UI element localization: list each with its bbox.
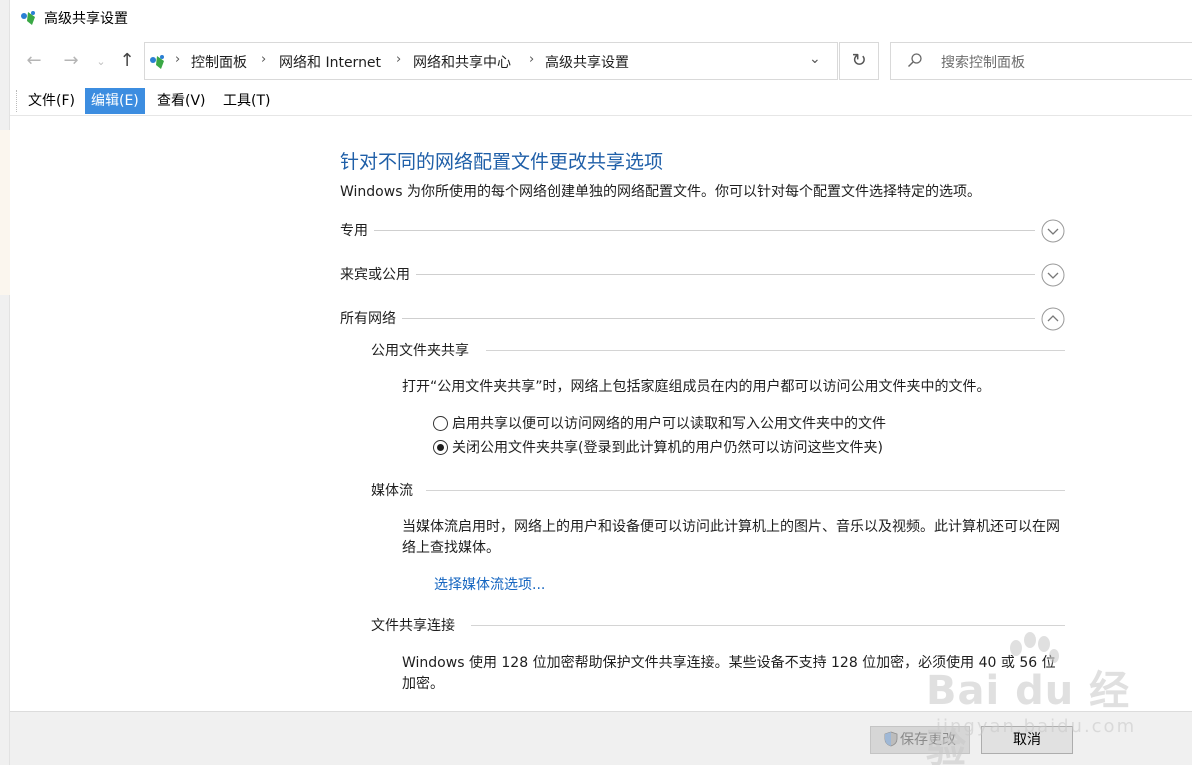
footer-bar: 保存更改 取消 [10, 711, 1192, 765]
breadcrumb-separator[interactable]: › [261, 52, 266, 67]
address-bar[interactable]: › 控制面板 › 网络和 Internet › 网络和共享中心 › 高级共享设置… [144, 42, 838, 80]
uac-shield-icon [884, 731, 898, 747]
breadcrumb-network-sharing-center[interactable]: 网络和共享中心 [413, 52, 511, 72]
cancel-button[interactable]: 取消 [981, 726, 1073, 754]
breadcrumb-advanced-sharing[interactable]: 高级共享设置 [545, 52, 629, 72]
save-changes-button[interactable]: 保存更改 [870, 726, 970, 754]
media-desc: 当媒体流启用时，网络上的用户和设备便可以访问此计算机上的图片、音乐以及视频。此计… [402, 519, 1060, 556]
profile-all-networks[interactable]: 所有网络 [340, 307, 1065, 334]
file-sharing-title: 文件共享连接 [371, 615, 463, 635]
divider [400, 318, 1035, 319]
profile-guest-public[interactable]: 来宾或公用 [340, 263, 1065, 290]
radio-button-checked[interactable] [433, 440, 448, 455]
save-changes-label[interactable]: 保存更改 [900, 732, 956, 748]
breadcrumb-control-panel[interactable]: 控制面板 [191, 52, 247, 72]
search-box[interactable]: 搜索控制面板 [890, 42, 1192, 80]
divider [400, 274, 1035, 275]
back-button[interactable]: ← [23, 50, 45, 72]
breadcrumb-network-internet[interactable]: 网络和 Internet [279, 52, 381, 72]
recent-locations-button[interactable]: ⌄ [90, 51, 112, 73]
main-content: 针对不同的网络配置文件更改共享选项 Windows 为你所使用的每个网络创建单独… [10, 117, 1192, 711]
chevron-down-icon[interactable] [1041, 263, 1065, 287]
menu-edit[interactable]: 编辑(E) [85, 88, 145, 114]
profile-guest-public-label[interactable]: 来宾或公用 [340, 264, 416, 284]
menu-view[interactable]: 查看(V) [151, 88, 212, 114]
address-dropdown-icon[interactable]: ⌄ [809, 51, 821, 67]
title-bar: 高级共享设置 [10, 0, 1192, 36]
control-panel-icon [150, 55, 164, 69]
file-sharing-desc: Windows 使用 128 位加密帮助保护文件共享连接。某些设备不支持 128… [402, 655, 1056, 692]
forward-button[interactable]: → [60, 50, 82, 72]
window-title: 高级共享设置 [44, 11, 128, 27]
chevron-up-icon[interactable] [1041, 307, 1065, 331]
media-options-link[interactable]: 选择媒体流选项... [434, 574, 545, 594]
public-folder-title: 公用文件夹共享 [371, 340, 477, 360]
divider [471, 625, 1065, 626]
up-button[interactable]: ↑ [116, 50, 138, 72]
search-input[interactable]: 搜索控制面板 [941, 52, 1025, 72]
menu-tools[interactable]: 工具(T) [217, 88, 276, 114]
breadcrumb-separator[interactable]: › [529, 52, 534, 67]
file-sharing-section-header: 文件共享连接 [371, 615, 1065, 637]
public-folder-enable-option[interactable]: 启用共享以便可以访问网络的用户可以读取和写入公用文件夹中的文件 [433, 413, 886, 433]
breadcrumb-separator[interactable]: › [175, 52, 180, 67]
option-label[interactable]: 启用共享以便可以访问网络的用户可以读取和写入公用文件夹中的文件 [452, 416, 886, 432]
profile-private-label[interactable]: 专用 [340, 220, 374, 240]
public-folder-section-header: 公用文件夹共享 [371, 340, 1065, 362]
page-intro: Windows 为你所使用的每个网络创建单独的网络配置文件。你可以针对每个配置文… [340, 184, 981, 200]
menu-grip [16, 90, 17, 112]
network-icon [21, 11, 35, 25]
divider [426, 490, 1065, 491]
refresh-button[interactable]: ↻ [839, 42, 879, 80]
chevron-down-icon[interactable] [1041, 219, 1065, 243]
menu-bar: 文件(F) 编辑(E) 查看(V) 工具(T) [10, 88, 1192, 116]
page-title: 针对不同的网络配置文件更改共享选项 [340, 151, 664, 173]
public-folder-disable-option[interactable]: 关闭公用文件夹共享(登录到此计算机的用户仍然可以访问这些文件夹) [433, 437, 883, 457]
search-icon [908, 53, 922, 67]
radio-button[interactable] [433, 416, 448, 431]
background-window-edge [0, 0, 10, 765]
public-folder-desc: 打开“公用文件夹共享”时，网络上包括家庭组成员在内的用户都可以访问公用文件夹中的… [402, 379, 991, 395]
media-title: 媒体流 [371, 480, 421, 500]
divider [486, 350, 1065, 351]
profile-private[interactable]: 专用 [340, 219, 1065, 246]
divider [370, 230, 1035, 231]
breadcrumb-separator[interactable]: › [396, 52, 401, 67]
menu-file[interactable]: 文件(F) [22, 88, 81, 114]
media-section-header: 媒体流 [371, 480, 1065, 502]
advanced-sharing-window: 高级共享设置 ← → ⌄ ↑ › 控制面板 › 网络和 Internet › 网… [10, 0, 1192, 765]
profile-all-networks-label[interactable]: 所有网络 [340, 308, 402, 328]
option-label[interactable]: 关闭公用文件夹共享(登录到此计算机的用户仍然可以访问这些文件夹) [452, 440, 883, 456]
